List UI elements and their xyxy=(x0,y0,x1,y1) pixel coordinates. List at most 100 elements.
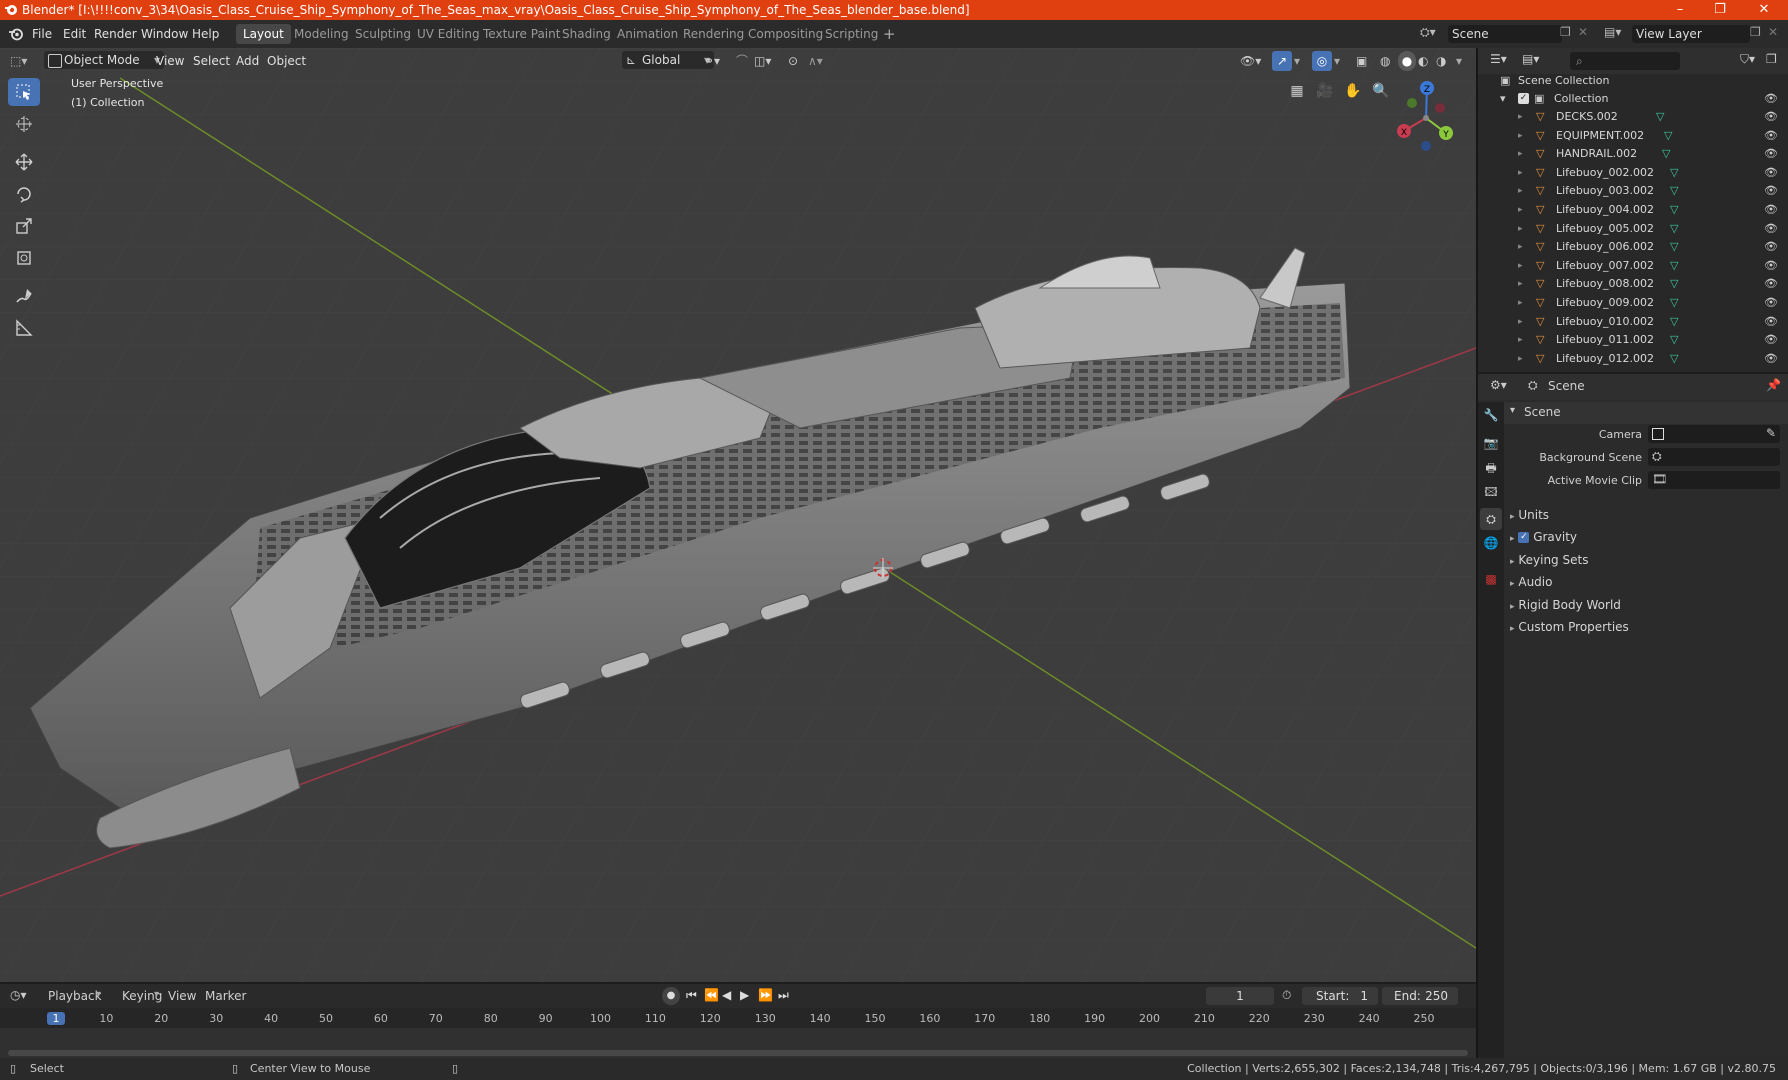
panel-audio[interactable]: ▸ Audio xyxy=(1510,575,1552,589)
eye-icon[interactable]: 👁 xyxy=(1764,164,1778,182)
delete-view-layer-icon[interactable]: ✕ xyxy=(1768,25,1778,39)
texture-tab-icon[interactable]: ▩ xyxy=(1480,568,1502,590)
new-collection-icon[interactable]: ❐ xyxy=(1766,52,1777,66)
overlays-toggle-icon[interactable]: ◎ xyxy=(1312,51,1332,71)
expand-arrow-icon[interactable]: ▸ xyxy=(1518,220,1523,238)
visibility-icon[interactable]: 👁▾ xyxy=(1240,51,1261,71)
stopwatch-icon[interactable]: ⏱ xyxy=(1282,988,1291,1003)
tab-animation[interactable]: Animation xyxy=(610,24,685,44)
tab-modeling[interactable]: Modeling xyxy=(287,24,356,44)
expand-arrow-icon[interactable]: ▸ xyxy=(1518,313,1523,331)
expand-arrow-icon[interactable]: ▸ xyxy=(1518,201,1523,219)
pan-view-icon[interactable]: ✋ xyxy=(1340,78,1366,104)
chevron-down-icon[interactable]: ▾ xyxy=(1294,51,1300,71)
timeline-scrollbar[interactable] xyxy=(8,1050,1468,1056)
tab-shading[interactable]: Shading xyxy=(555,24,618,44)
move-tool[interactable] xyxy=(8,148,40,176)
play-reverse-icon[interactable]: ◀ xyxy=(722,988,731,1002)
next-keyframe-icon[interactable]: ⏩ xyxy=(758,988,773,1002)
editor-type-icon[interactable]: ☰▾ xyxy=(1490,52,1507,66)
proportional-edit-icon[interactable]: ⊙ xyxy=(788,51,798,71)
mesh-data-icon[interactable]: ▽ xyxy=(1662,145,1670,163)
eye-icon[interactable]: 👁 xyxy=(1764,127,1778,145)
cursor-tool[interactable] xyxy=(8,110,40,138)
tab-rendering[interactable]: Rendering xyxy=(676,24,751,44)
tree-item-collection[interactable]: ▾ ✓ ▣ Collection 👁 xyxy=(1478,90,1788,108)
camera-view-icon[interactable]: 🎥 xyxy=(1312,78,1338,104)
chevron-down-icon[interactable]: ▾ xyxy=(1456,51,1462,71)
menu-render[interactable]: Render xyxy=(94,25,137,43)
tool-tab-icon[interactable]: 🔧 xyxy=(1480,404,1502,426)
tab-compositing[interactable]: Compositing xyxy=(741,24,830,44)
viewport-menu-select[interactable]: Select xyxy=(193,51,230,71)
menu-file[interactable]: File xyxy=(32,25,52,43)
expand-arrow-icon[interactable]: ▸ xyxy=(1518,127,1523,145)
outliner-object-row[interactable]: ▸ ▽ EQUIPMENT.002 ▽ 👁 xyxy=(1478,127,1788,145)
pivot-point-icon[interactable]: ⚭▾ xyxy=(704,51,720,71)
view-layer-icon[interactable]: ▤▾ xyxy=(1604,25,1621,39)
view-layer-tab-icon[interactable]: 🖾 xyxy=(1480,482,1502,504)
mesh-data-icon[interactable]: ▽ xyxy=(1670,294,1678,312)
start-frame-field[interactable]: Start: 1 xyxy=(1302,987,1378,1005)
eye-icon[interactable]: 👁 xyxy=(1764,313,1778,331)
eye-icon[interactable]: 👁 xyxy=(1764,145,1778,163)
tab-sculpting[interactable]: Sculpting xyxy=(348,24,418,44)
mesh-data-icon[interactable]: ▽ xyxy=(1670,275,1678,293)
tab-texture-paint[interactable]: Texture Paint xyxy=(476,24,567,44)
panel-units[interactable]: ▸ Units xyxy=(1510,508,1549,522)
eye-icon[interactable]: 👁 xyxy=(1764,220,1778,238)
outliner-object-row[interactable]: ▸ ▽ Lifebuoy_003.002 ▽ 👁 xyxy=(1478,182,1788,200)
menu-window[interactable]: Window xyxy=(141,25,188,43)
falloff-icon[interactable]: ∧▾ xyxy=(808,51,823,71)
filter-icon[interactable]: ⛉▾ xyxy=(1740,52,1755,67)
eyedropper-icon[interactable]: ✎ xyxy=(1766,426,1776,440)
timeline-menu-view[interactable]: View xyxy=(168,989,196,1003)
mesh-data-icon[interactable]: ▽ xyxy=(1670,182,1678,200)
eye-icon[interactable]: 👁 xyxy=(1764,182,1778,200)
menu-help[interactable]: Help xyxy=(192,25,219,43)
view-layer-field[interactable]: View Layer xyxy=(1632,25,1750,43)
editor-type-icon[interactable]: ⬚▾ xyxy=(10,51,27,71)
world-tab-icon[interactable]: 🌐 xyxy=(1480,532,1502,554)
expand-arrow-icon[interactable]: ▸ xyxy=(1518,238,1523,256)
solid-shading-icon[interactable]: ● xyxy=(1398,51,1416,71)
pin-icon[interactable]: 📌 xyxy=(1766,378,1781,392)
outliner-object-row[interactable]: ▸ ▽ Lifebuoy_009.002 ▽ 👁 xyxy=(1478,294,1788,312)
viewport-menu-object[interactable]: Object xyxy=(267,51,306,71)
toggle-view-icon[interactable]: ▦ xyxy=(1284,78,1310,104)
outliner-object-row[interactable]: ▸ ▽ Lifebuoy_006.002 ▽ 👁 xyxy=(1478,238,1788,256)
delete-scene-icon[interactable]: ✕ xyxy=(1578,25,1588,39)
mesh-data-icon[interactable]: ▽ xyxy=(1670,164,1678,182)
expand-arrow-icon[interactable]: ▸ xyxy=(1518,331,1523,349)
play-icon[interactable]: ▶ xyxy=(740,988,749,1002)
mode-dropdown[interactable]: Object Mode ▾ xyxy=(44,51,164,69)
timeline-menu-marker[interactable]: Marker xyxy=(205,989,246,1003)
mesh-data-icon[interactable]: ▽ xyxy=(1664,127,1672,145)
rendered-shading-icon[interactable]: ◑ xyxy=(1436,51,1446,71)
3d-viewport[interactable]: ⬚▾ Object Mode ▾ View Select Add Object … xyxy=(0,48,1476,982)
outliner-object-row[interactable]: ▸ ▽ Lifebuoy_005.002 ▽ 👁 xyxy=(1478,220,1788,238)
minimize-button[interactable]: – xyxy=(1660,0,1700,20)
gizmo-toggle-icon[interactable]: ↗ xyxy=(1272,51,1292,71)
outliner-object-row[interactable]: ▸ ▽ Lifebuoy_002.002 ▽ 👁 xyxy=(1478,164,1788,182)
expand-arrow-icon[interactable]: ▸ xyxy=(1518,294,1523,312)
output-tab-icon[interactable]: 🖶 xyxy=(1480,458,1502,480)
outliner-object-row[interactable]: ▸ ▽ Lifebuoy_012.002 ▽ 👁 xyxy=(1478,350,1788,368)
display-mode-icon[interactable]: ▤▾ xyxy=(1522,52,1539,66)
mesh-data-icon[interactable]: ▽ xyxy=(1670,201,1678,219)
outliner-object-row[interactable]: ▸ ▽ Lifebuoy_004.002 ▽ 👁 xyxy=(1478,201,1788,219)
jump-end-icon[interactable]: ⏭ xyxy=(778,988,789,1003)
checkbox-icon[interactable]: ✓ xyxy=(1518,93,1529,104)
mesh-data-icon[interactable]: ▽ xyxy=(1670,238,1678,256)
new-scene-icon[interactable]: ❐ xyxy=(1560,25,1571,39)
mesh-data-icon[interactable]: ▽ xyxy=(1670,331,1678,349)
mesh-data-icon[interactable]: ▽ xyxy=(1670,257,1678,275)
gravity-checkbox[interactable]: ✓ xyxy=(1518,532,1530,544)
expand-arrow-icon[interactable]: ▾ xyxy=(1500,90,1506,108)
measure-tool[interactable] xyxy=(8,314,40,342)
tree-item-scene-collection[interactable]: ▣ Scene Collection xyxy=(1478,72,1788,90)
maximize-button[interactable]: ❐ xyxy=(1700,0,1740,20)
tab-layout[interactable]: Layout xyxy=(236,24,291,44)
scene-field[interactable]: Scene xyxy=(1448,25,1562,43)
eye-icon[interactable]: 👁 xyxy=(1764,294,1778,312)
